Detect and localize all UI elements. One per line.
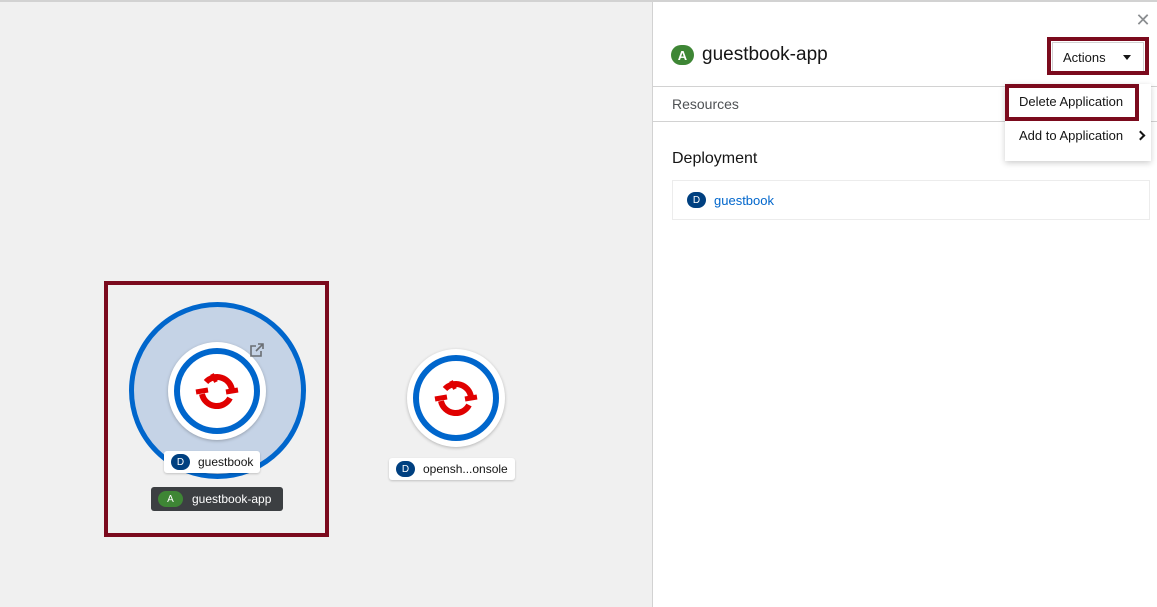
node-ring	[413, 355, 499, 441]
resource-link-guestbook[interactable]: guestbook	[714, 193, 774, 208]
deployment-badge: D	[687, 192, 706, 208]
side-panel: ✕ A guestbook-app Actions Resources Dele…	[652, 0, 1157, 607]
node-label-text: opensh...onsole	[423, 462, 508, 476]
node-label-openshift-console[interactable]: D opensh...onsole	[389, 458, 515, 480]
panel-title: A guestbook-app	[671, 44, 828, 66]
close-icon[interactable]: ✕	[1135, 11, 1151, 29]
highlight-box-actions	[1047, 37, 1149, 75]
menu-item-add-to-application[interactable]: Add to Application	[1019, 128, 1123, 143]
application-badge: A	[671, 45, 694, 65]
tab-resources[interactable]: Resources	[672, 96, 739, 112]
highlight-box-delete-application	[1005, 84, 1139, 121]
resource-row: D guestbook	[672, 180, 1150, 220]
openshift-logo-icon	[434, 380, 478, 417]
section-title-deployment: Deployment	[672, 150, 758, 167]
panel-title-text: guestbook-app	[702, 44, 828, 65]
node-openshift-console[interactable]	[407, 349, 505, 447]
highlight-box-application-group	[104, 281, 329, 537]
deployment-badge: D	[396, 461, 415, 477]
chevron-right-icon	[1135, 130, 1146, 141]
topology-canvas[interactable]: D guestbook A guestbook-app D opensh...o…	[0, 0, 652, 607]
